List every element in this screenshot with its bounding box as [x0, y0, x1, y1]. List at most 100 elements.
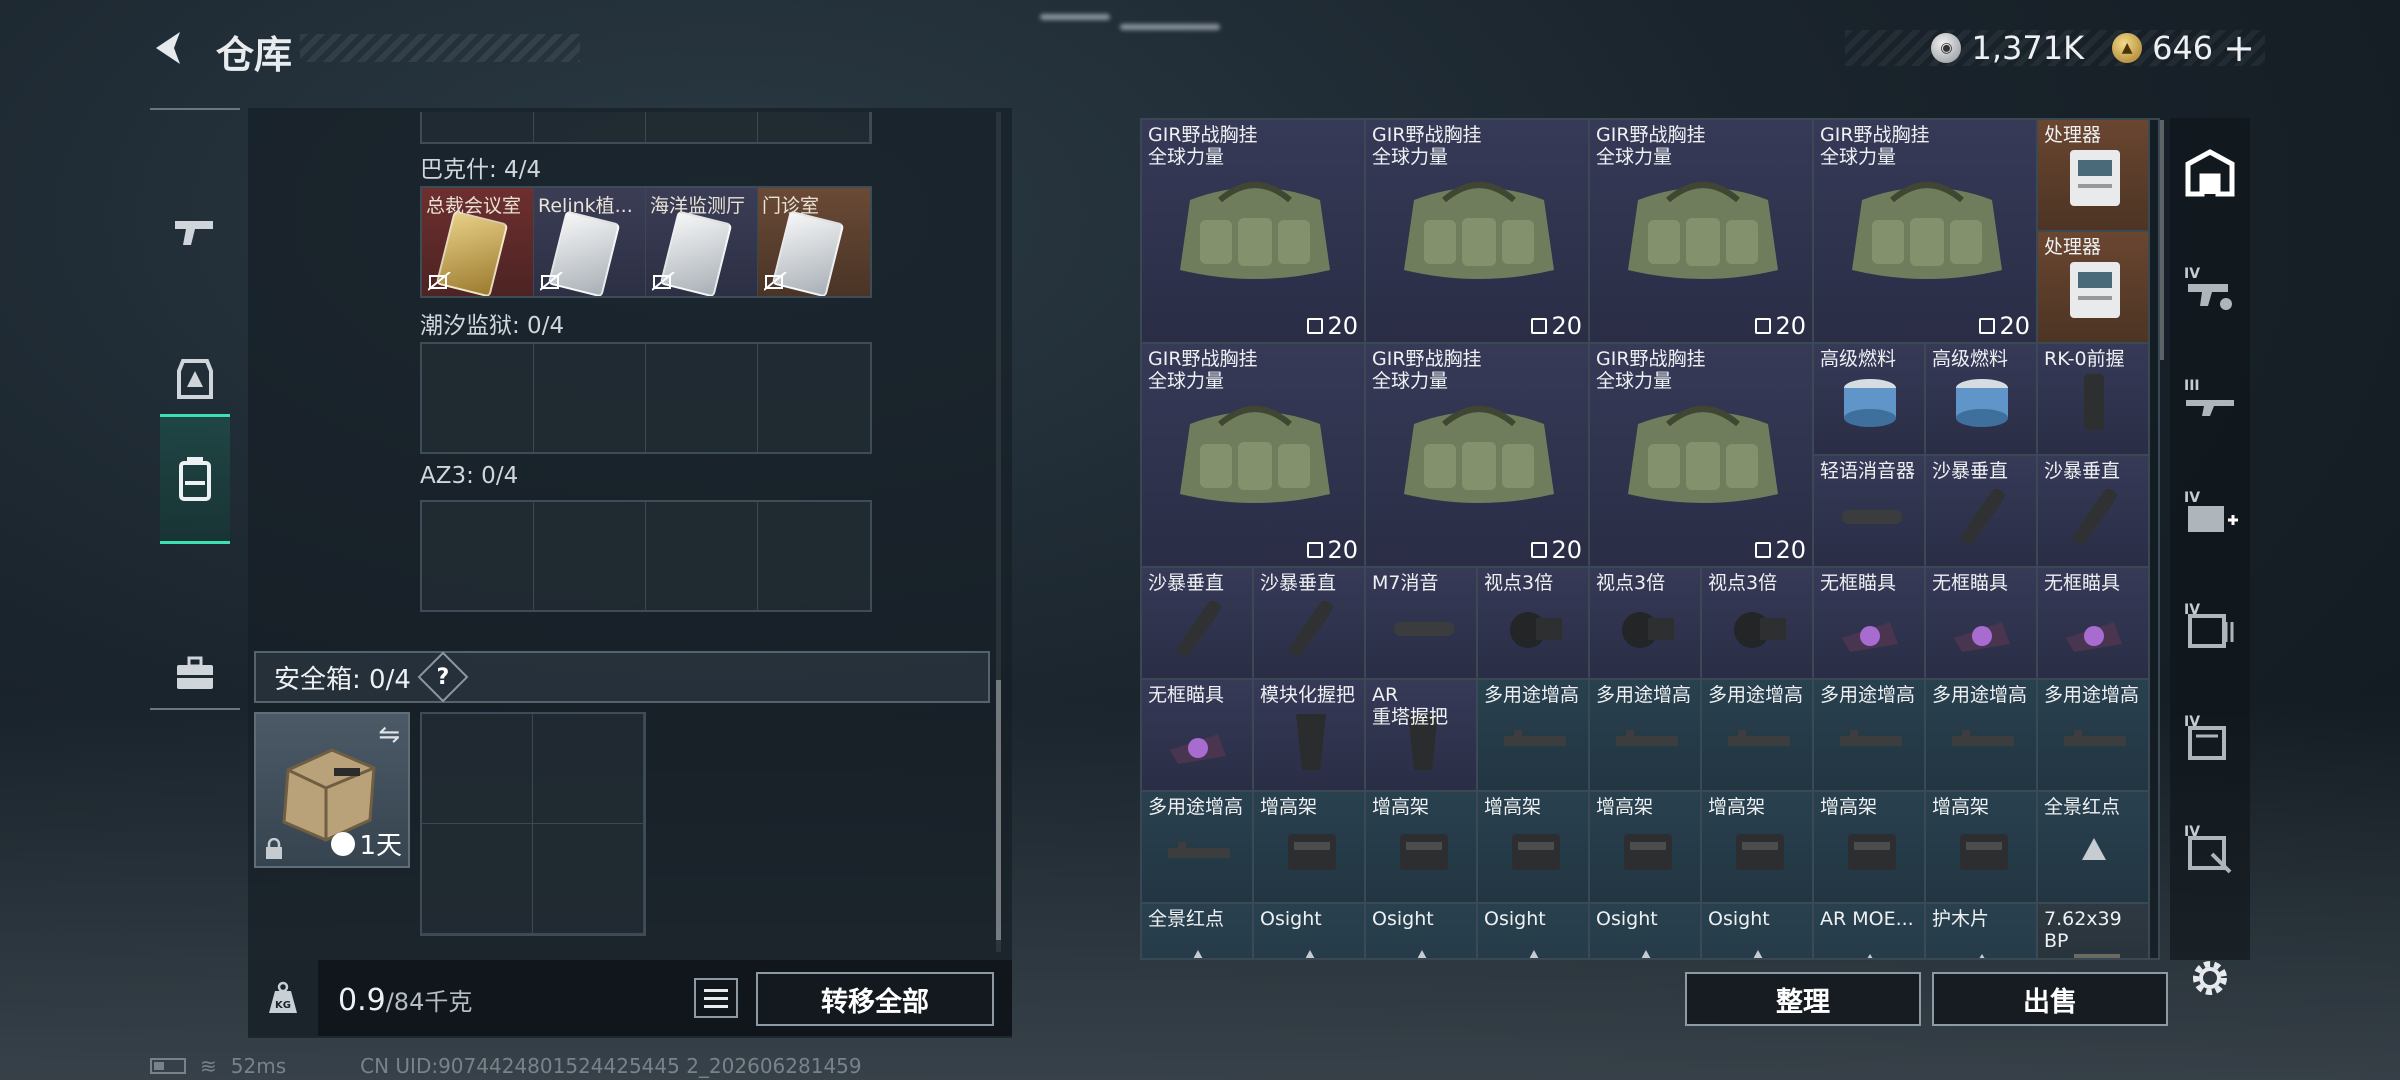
inventory-item[interactable]: 增高架 [1478, 792, 1590, 904]
inventory-item[interactable]: 多用途增高 [1926, 680, 2038, 792]
inventory-item[interactable]: 7.62x39 BP [2038, 904, 2150, 958]
empty-slot[interactable] [534, 344, 646, 452]
inventory-item[interactable]: 多用途增高 [1702, 680, 1814, 792]
filter-gun-filter[interactable]: IV [2182, 266, 2238, 322]
inventory-item[interactable]: Osight [1254, 904, 1366, 958]
filter-ammo-filter[interactable]: IV [2182, 602, 2238, 658]
slot[interactable] [534, 112, 646, 142]
inventory-item[interactable]: 处理器 [2038, 120, 2150, 232]
keycard-slot[interactable]: 门诊室 [758, 188, 870, 296]
inventory-item[interactable]: 全景红点 [2038, 792, 2150, 904]
inventory-item[interactable]: 无框瞄具 [1926, 568, 2038, 680]
add-currency-button[interactable]: + [2223, 29, 2255, 67]
filter-misc-filter[interactable]: IV [2182, 824, 2238, 880]
inventory-item[interactable]: Osight [1366, 904, 1478, 958]
item-name: 沙暴垂直 [2044, 460, 2121, 482]
inventory-item[interactable]: 沙暴垂直 [1926, 456, 2038, 568]
empty-slot[interactable] [646, 344, 758, 452]
inventory-item[interactable]: 高级燃料 [1926, 344, 2038, 456]
empty-slot[interactable] [533, 824, 644, 934]
inventory-item[interactable]: 增高架 [1590, 792, 1702, 904]
keycard-slot[interactable]: 总裁会议室 [422, 188, 534, 296]
tier-label: IV [2184, 490, 2201, 506]
partial-slot-row [420, 112, 872, 144]
help-icon[interactable]: ? [417, 651, 469, 703]
filter-all-items[interactable] [2182, 148, 2238, 204]
inventory-item[interactable]: 无框瞄具 [1142, 680, 1254, 792]
inventory-item[interactable]: 沙暴垂直 [1254, 568, 1366, 680]
inventory-item[interactable]: M7消音 [1366, 568, 1478, 680]
inventory-item-vest[interactable]: GIR野战胸挂 全球力量 20 [1142, 120, 1366, 344]
settings-gear-icon[interactable] [2186, 954, 2234, 1002]
slot[interactable] [646, 112, 758, 142]
sort-button[interactable]: 整理 [1685, 972, 1921, 1026]
filter-medkit-filter[interactable]: IV [2182, 490, 2238, 546]
inventory-item[interactable]: 增高架 [1814, 792, 1926, 904]
inventory-item-vest[interactable]: GIR野战胸挂 全球力量 20 [1814, 120, 2038, 344]
empty-slot[interactable] [646, 502, 758, 610]
inventory-item[interactable]: 无框瞄具 [1814, 568, 1926, 680]
inventory-item[interactable]: 多用途增高 [1478, 680, 1590, 792]
inventory-item[interactable]: AR MOE... [1814, 904, 1926, 958]
tab-backpack[interactable] [160, 414, 230, 544]
slot[interactable] [758, 112, 870, 142]
keycard-slot[interactable]: Relink植... [534, 188, 646, 296]
empty-slot[interactable] [758, 344, 870, 452]
item-name: 沙暴垂直 [1148, 572, 1225, 594]
list-view-button[interactable] [694, 978, 738, 1018]
inventory-item[interactable]: 多用途增高 [1814, 680, 1926, 792]
inventory-item[interactable]: 处理器 [2038, 232, 2150, 344]
inventory-item[interactable]: 多用途增高 [2038, 680, 2150, 792]
inventory-item[interactable]: 增高架 [1366, 792, 1478, 904]
left-scrollbar-thumb[interactable] [996, 680, 1001, 940]
inventory-item[interactable]: Osight [1590, 904, 1702, 958]
inventory-item[interactable]: 多用途增高 [1142, 792, 1254, 904]
safebox-item[interactable]: ⇋ 1天 [254, 712, 410, 868]
inventory-item-vest[interactable]: GIR野战胸挂 全球力量 20 [1590, 344, 1814, 568]
inventory-item[interactable]: 护木片 [1926, 904, 2038, 958]
empty-slot[interactable] [422, 714, 533, 824]
inventory-item[interactable]: 增高架 [1926, 792, 2038, 904]
filter-container-filter[interactable]: IV [2182, 714, 2238, 770]
container-slots-tidal-prison [420, 342, 872, 454]
inventory-item-vest[interactable]: GIR野战胸挂 全球力量 20 [1142, 344, 1366, 568]
empty-slot[interactable] [758, 502, 870, 610]
help-glyph: ? [436, 664, 450, 690]
inventory-item[interactable]: RK-0前握 [2038, 344, 2150, 456]
inventory-item[interactable]: 增高架 [1702, 792, 1814, 904]
inventory-item[interactable]: 沙暴垂直 [2038, 456, 2150, 568]
inventory-item[interactable]: 全景红点 [1142, 904, 1254, 958]
filter-rifle-filter[interactable]: III [2182, 378, 2238, 434]
inventory-item[interactable]: 无框瞄具 [2038, 568, 2150, 680]
swap-icon[interactable]: ⇋ [378, 720, 400, 750]
tab-briefcase[interactable] [160, 608, 230, 738]
weight-capacity: /84千克 [385, 988, 473, 1016]
inventory-item[interactable]: 多用途增高 [1590, 680, 1702, 792]
inventory-scrollbar[interactable] [2160, 120, 2164, 360]
empty-slot[interactable] [534, 502, 646, 610]
inventory-item-vest[interactable]: GIR野战胸挂 全球力量 20 [1590, 120, 1814, 344]
transfer-all-button[interactable]: 转移全部 [756, 972, 994, 1026]
inventory-item[interactable]: AR 重塔握把 [1366, 680, 1478, 792]
inventory-item-vest[interactable]: GIR野战胸挂 全球力量 20 [1366, 120, 1590, 344]
inventory-item[interactable]: 视点3倍 [1478, 568, 1590, 680]
tab-weapons[interactable] [160, 168, 230, 298]
inventory-item[interactable]: 增高架 [1254, 792, 1366, 904]
inventory-item[interactable]: 高级燃料 [1814, 344, 1926, 456]
slot[interactable] [422, 112, 534, 142]
inventory-item-vest[interactable]: GIR野战胸挂 全球力量 20 [1366, 344, 1590, 568]
inventory-item[interactable]: 视点3倍 [1590, 568, 1702, 680]
inventory-item[interactable]: 沙暴垂直 [1142, 568, 1254, 680]
empty-slot[interactable] [533, 714, 644, 824]
inventory-item[interactable]: Osight [1702, 904, 1814, 958]
empty-slot[interactable] [422, 824, 533, 934]
keycard-slot[interactable]: 海洋监测厅 [646, 188, 758, 296]
inventory-item[interactable]: 视点3倍 [1702, 568, 1814, 680]
inventory-item[interactable]: 轻语消音器 [1814, 456, 1926, 568]
inventory-item[interactable]: 模块化握把 [1254, 680, 1366, 792]
back-arrow-icon[interactable] [148, 26, 192, 70]
inventory-item[interactable]: Osight [1478, 904, 1590, 958]
sell-button[interactable]: 出售 [1932, 972, 2168, 1026]
empty-slot[interactable] [422, 502, 534, 610]
empty-slot[interactable] [422, 344, 534, 452]
